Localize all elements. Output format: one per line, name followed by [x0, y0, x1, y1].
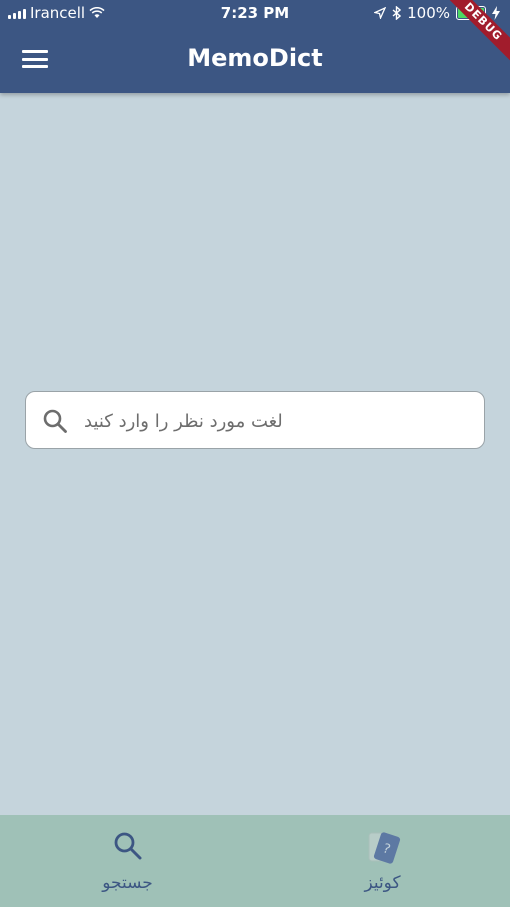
- bluetooth-icon: [392, 6, 402, 20]
- search-icon: [43, 409, 67, 433]
- app-title: MemoDict: [187, 44, 323, 72]
- bottom-navigation: جستجو ? کوئیز: [0, 815, 510, 907]
- charging-bolt-icon: [492, 6, 500, 20]
- app-bar: Irancell 7:23 PM 100% MemoDict: [0, 0, 510, 93]
- location-arrow-icon: [374, 7, 387, 19]
- search-box[interactable]: [25, 391, 485, 449]
- nav-label-quiz: کوئیز: [364, 873, 401, 893]
- search-icon: [114, 832, 141, 860]
- battery-percent: 100%: [407, 4, 450, 22]
- quiz-card-icon: ?: [368, 832, 400, 864]
- search-input[interactable]: [84, 402, 470, 440]
- status-bar: Irancell 7:23 PM 100%: [0, 0, 510, 26]
- toolbar: MemoDict: [0, 26, 510, 93]
- nav-item-quiz[interactable]: ? کوئیز: [255, 815, 510, 907]
- nav-item-search[interactable]: جستجو: [0, 815, 255, 907]
- nav-label-search: جستجو: [102, 873, 153, 893]
